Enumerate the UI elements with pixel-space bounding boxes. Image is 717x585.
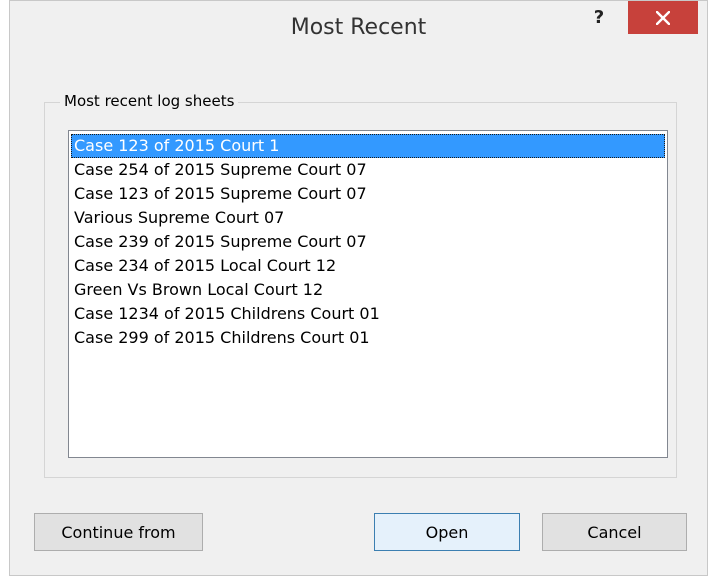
list-item[interactable]: Green Vs Brown Local Court 12 xyxy=(71,278,665,302)
dialog-body: Most recent log sheets Case 123 of 2015 … xyxy=(34,71,687,574)
list-item[interactable]: Case 1234 of 2015 Childrens Court 01 xyxy=(71,302,665,326)
list-item[interactable]: Case 234 of 2015 Local Court 12 xyxy=(71,254,665,278)
help-button[interactable]: ? xyxy=(576,1,622,31)
list-item[interactable]: Case 123 of 2015 Supreme Court 07 xyxy=(71,182,665,206)
group-label: Most recent log sheets xyxy=(60,92,239,110)
continue-from-button[interactable]: Continue from xyxy=(34,513,203,551)
help-icon: ? xyxy=(593,7,605,28)
list-item[interactable]: Various Supreme Court 07 xyxy=(71,206,665,230)
close-button[interactable] xyxy=(628,1,698,34)
recent-log-list[interactable]: Case 123 of 2015 Court 1 Case 254 of 201… xyxy=(68,130,668,458)
list-item[interactable]: Case 254 of 2015 Supreme Court 07 xyxy=(71,158,665,182)
list-item[interactable]: Case 239 of 2015 Supreme Court 07 xyxy=(71,230,665,254)
open-button[interactable]: Open xyxy=(374,513,520,551)
list-item[interactable]: Case 299 of 2015 Childrens Court 01 xyxy=(71,326,665,350)
dialog-window: Most Recent ? Most recent log sheets Cas… xyxy=(9,0,708,576)
list-item[interactable]: Case 123 of 2015 Court 1 xyxy=(71,134,665,158)
cancel-button[interactable]: Cancel xyxy=(542,513,687,551)
close-icon xyxy=(656,10,670,25)
title-bar[interactable]: Most Recent ? xyxy=(10,1,707,72)
